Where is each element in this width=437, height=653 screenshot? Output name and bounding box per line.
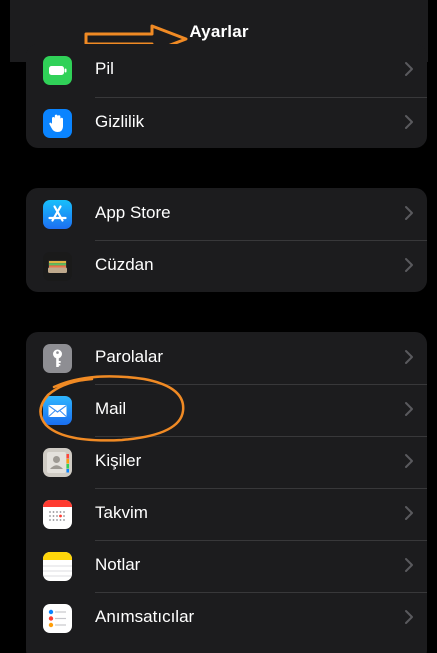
annotation-ellipse-icon <box>39 375 185 442</box>
settings-row-label: Gizlilik <box>95 112 145 131</box>
chevron-right-icon <box>405 258 413 272</box>
wallet-icon <box>43 252 72 281</box>
settings-row-battery[interactable]: Pil <box>26 44 427 97</box>
settings-screen: Ayarlar Pil Gizlilik App Store Cüzdan Pa… <box>10 0 428 653</box>
settings-row-label: Cüzdan <box>95 255 154 274</box>
calendar-icon <box>43 500 72 529</box>
settings-row-notes[interactable]: Notlar <box>26 540 427 593</box>
hand-privacy-icon <box>43 109 72 138</box>
settings-row-label: Notlar <box>95 555 141 574</box>
chevron-right-icon <box>405 558 413 572</box>
app-store-icon <box>43 200 72 229</box>
settings-row-label: Anımsatıcılar <box>95 607 195 626</box>
settings-row-reminders[interactable]: Anımsatıcılar <box>26 592 427 645</box>
settings-group-system: Pil Gizlilik <box>26 44 427 148</box>
settings-row-privacy[interactable]: Gizlilik <box>26 97 427 148</box>
notes-icon <box>43 552 72 581</box>
settings-row-label: App Store <box>95 203 171 222</box>
chevron-right-icon <box>405 402 413 416</box>
chevron-right-icon <box>405 62 413 76</box>
settings-group-store: App Store Cüzdan <box>26 188 427 292</box>
page-title: Ayarlar <box>189 22 249 41</box>
settings-row-wallet[interactable]: Cüzdan <box>26 240 427 292</box>
chevron-right-icon <box>405 610 413 624</box>
contacts-icon <box>43 448 72 477</box>
chevron-right-icon <box>405 506 413 520</box>
settings-row-label: Takvim <box>95 503 148 522</box>
chevron-right-icon <box>405 115 413 129</box>
settings-row-label: Kişiler <box>95 451 142 470</box>
battery-icon <box>43 56 72 85</box>
reminders-icon <box>43 604 72 633</box>
chevron-right-icon <box>405 206 413 220</box>
settings-row-calendar[interactable]: Takvim <box>26 488 427 541</box>
settings-row-label: Parolalar <box>95 347 164 366</box>
chevron-right-icon <box>405 350 413 364</box>
settings-row-app-store[interactable]: App Store <box>26 188 427 241</box>
key-icon <box>43 344 72 373</box>
chevron-right-icon <box>405 454 413 468</box>
settings-row-label: Pil <box>95 59 114 78</box>
